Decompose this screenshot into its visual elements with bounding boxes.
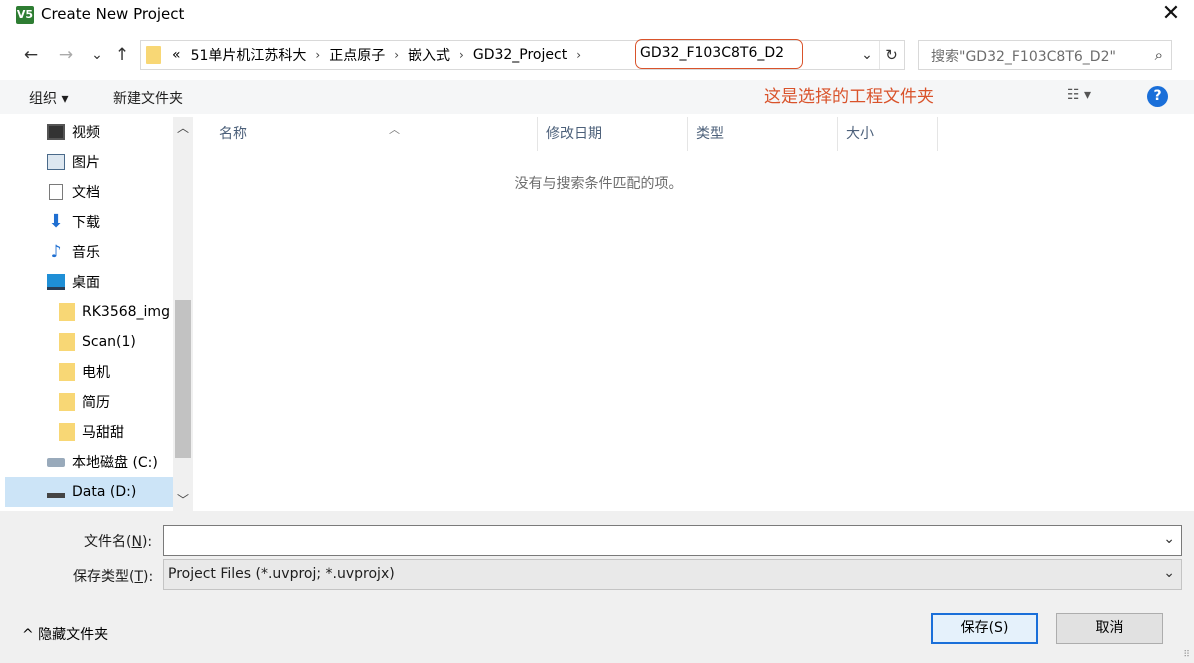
navigation-pane: 视频 图片 文档 ⬇ 下载 ♪ 音乐 桌面 RK3568_img Scan(1)… (5, 117, 193, 511)
chevron-right-icon[interactable]: › (390, 48, 403, 62)
sidebar-item-folder[interactable]: Scan(1) (5, 327, 173, 357)
save-form-area: 文件名(N): ⌄ 保存类型(T): Project Files (*.uvpr… (0, 511, 1194, 663)
sidebar-item-desktop[interactable]: 桌面 (5, 267, 173, 297)
sort-ascending-icon: ︿ (389, 123, 400, 136)
sidebar-item-pictures[interactable]: 图片 (5, 147, 173, 177)
sidebar-item-documents[interactable]: 文档 (5, 177, 173, 207)
sidebar-item-folder[interactable]: 简历 (5, 387, 173, 417)
address-dropdown-chevron-icon[interactable]: ⌄ (857, 41, 877, 69)
hide-folders-toggle[interactable]: ^ 隐藏文件夹 (22, 624, 108, 644)
sidebar-item-label: 下载 (72, 215, 100, 231)
folder-icon (59, 393, 75, 411)
forward-arrow-icon[interactable]: → (55, 42, 77, 68)
chevron-right-icon[interactable]: › (455, 48, 468, 62)
back-arrow-icon[interactable]: ← (20, 42, 42, 68)
organize-menu-button[interactable]: 组织 ▾ (29, 88, 68, 108)
sidebar-item-videos[interactable]: 视频 (5, 117, 173, 147)
sidebar-item-label: 文档 (72, 185, 100, 201)
sidebar-item-label: Data (D:) (72, 484, 137, 500)
sidebar-item-label: Scan(1) (82, 334, 136, 350)
sidebar-item-label: 本地磁盘 (C:) (72, 455, 158, 471)
window-title: Create New Project (41, 5, 185, 23)
view-options-icon[interactable]: ☷ ▾ (1067, 87, 1091, 103)
sidebar-item-label: 简历 (82, 395, 110, 411)
folder-icon (59, 363, 75, 381)
recent-locations-chevron-icon[interactable]: ⌄ (86, 42, 108, 68)
breadcrumb-item[interactable]: 正点原子 (324, 45, 390, 65)
breadcrumb-current-folder[interactable]: GD32_F103C8T6_D2 (635, 39, 803, 69)
scroll-down-icon[interactable]: ﹀ (173, 489, 193, 511)
sidebar-item-label: 图片 (72, 155, 100, 171)
help-icon[interactable]: ? (1147, 86, 1168, 107)
sidebar-item-label: RK3568_img (82, 304, 170, 320)
filename-input[interactable] (164, 526, 1154, 555)
new-folder-button[interactable]: 新建文件夹 (113, 88, 183, 108)
resize-grip-icon[interactable]: ⠿ (1183, 650, 1190, 660)
column-header-name[interactable]: 名称 ︿ (211, 117, 538, 151)
chevron-right-icon[interactable]: › (311, 48, 324, 62)
filename-field[interactable]: ⌄ (163, 525, 1182, 556)
sidebar-item-folder[interactable]: 马甜甜 (5, 417, 173, 447)
sidebar-item-folder[interactable]: RK3568_img (5, 297, 173, 327)
folder-icon (146, 46, 161, 64)
search-icon[interactable]: ⌕ (1155, 46, 1163, 64)
search-input[interactable]: 搜索"GD32_F103C8T6_D2" ⌕ (918, 40, 1172, 70)
filename-label: 文件名(N): (84, 534, 153, 550)
close-button[interactable]: ✕ (1148, 0, 1194, 30)
filetype-select[interactable]: Project Files (*.uvproj; *.uvprojx) ⌄ (163, 559, 1182, 590)
sidebar-item-folder[interactable]: 电机 (5, 357, 173, 387)
folder-icon (59, 303, 75, 321)
desktop-icon (47, 274, 65, 290)
music-icon: ♪ (50, 242, 62, 262)
column-header-type[interactable]: 类型 (688, 117, 838, 151)
document-icon (49, 184, 63, 200)
breadcrumb-item[interactable]: 51单片机江苏科大 (186, 45, 312, 65)
up-arrow-icon[interactable]: ↑ (111, 42, 133, 68)
scroll-up-icon[interactable]: ︿ (173, 117, 193, 139)
title-bar: V5 Create New Project ✕ (0, 0, 1194, 30)
save-button[interactable]: 保存(S) (931, 613, 1038, 644)
breadcrumb: « 51单片机江苏科大 › 正点原子 › 嵌入式 › GD32_Project … (167, 41, 585, 69)
address-bar[interactable]: « 51单片机江苏科大 › 正点原子 › 嵌入式 › GD32_Project … (140, 39, 905, 70)
folder-icon (59, 333, 75, 351)
breadcrumb-item[interactable]: GD32_Project (468, 47, 572, 63)
empty-list-message: 没有与搜索条件匹配的项。 (514, 176, 683, 192)
download-icon: ⬇ (48, 211, 64, 232)
file-list[interactable]: 名称 ︿ 修改日期 类型 大小 没有与搜索条件匹配的项。 (193, 117, 1194, 511)
scrollbar-thumb[interactable] (175, 300, 191, 458)
sidebar-item-drive-c[interactable]: 本地磁盘 (C:) (5, 447, 173, 477)
filetype-value: Project Files (*.uvproj; *.uvprojx) (168, 566, 395, 582)
sidebar-item-label: 马甜甜 (82, 425, 124, 441)
sidebar-item-downloads[interactable]: ⬇ 下载 (5, 207, 173, 237)
breadcrumb-overflow[interactable]: « (167, 47, 186, 63)
drive-icon (47, 492, 65, 498)
folder-icon (59, 423, 75, 441)
filetype-label: 保存类型(T): (73, 569, 154, 585)
command-bar: 组织 ▾ 新建文件夹 这是选择的工程文件夹 ☷ ▾ ? (0, 80, 1194, 114)
picture-icon (47, 154, 65, 170)
drive-icon (47, 457, 65, 467)
column-header-size[interactable]: 大小 (838, 117, 938, 151)
keil-app-icon: V5 (16, 6, 34, 24)
chevron-down-icon[interactable]: ⌄ (1163, 531, 1175, 547)
sidebar-item-label: 音乐 (72, 245, 100, 261)
search-placeholder: 搜索"GD32_F103C8T6_D2" (931, 49, 1116, 65)
breadcrumb-item[interactable]: 嵌入式 (403, 45, 455, 65)
cancel-button[interactable]: 取消 (1056, 613, 1163, 644)
sidebar-item-drive-d[interactable]: Data (D:) (5, 477, 173, 507)
annotation-text: 这是选择的工程文件夹 (764, 87, 934, 107)
chevron-right-icon[interactable]: › (572, 48, 585, 62)
refresh-icon[interactable]: ↻ (879, 41, 903, 69)
sidebar-item-label: 视频 (72, 125, 100, 141)
navigation-row: ← → ⌄ ↑ « 51单片机江苏科大 › 正点原子 › 嵌入式 › GD32_… (0, 38, 1194, 72)
sidebar-item-label: 桌面 (72, 275, 100, 291)
sidebar-item-label: 电机 (82, 365, 110, 381)
sidebar-scrollbar[interactable]: ︿ ﹀ (173, 117, 193, 511)
sidebar-item-music[interactable]: ♪ 音乐 (5, 237, 173, 267)
video-icon (47, 124, 65, 140)
chevron-down-icon[interactable]: ⌄ (1163, 565, 1175, 581)
column-header-modified[interactable]: 修改日期 (538, 117, 688, 151)
